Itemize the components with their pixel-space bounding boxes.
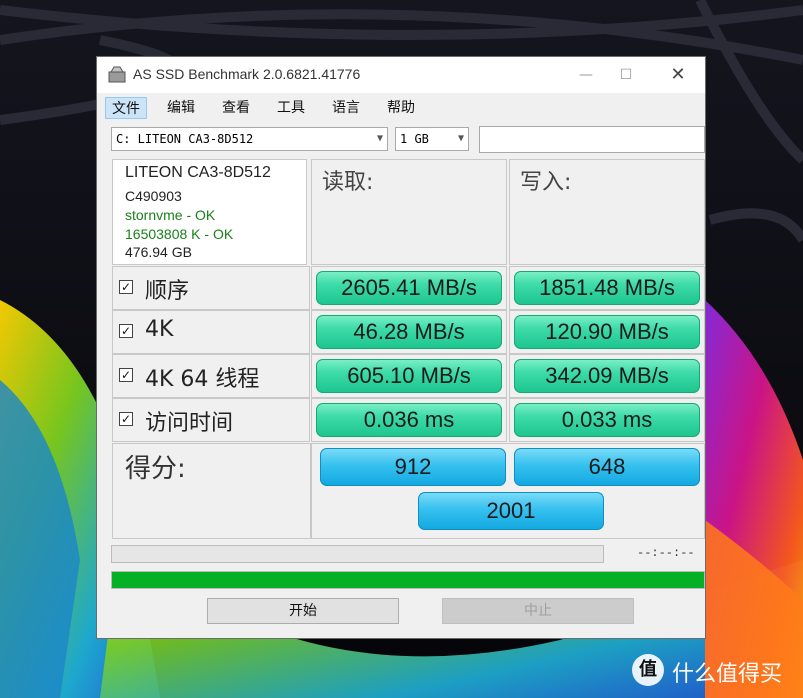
4k-read-cell: 46.28 MB/s bbox=[311, 310, 507, 354]
4k-write-cell: 120.90 MB/s bbox=[509, 310, 705, 354]
score-label-panel: 得分: bbox=[112, 443, 311, 539]
4k64-label: 4K 64 线程 bbox=[145, 367, 260, 392]
4k64-read-cell: 605.10 MB/s bbox=[311, 354, 507, 398]
4k-write-result: 120.90 MB/s bbox=[514, 315, 700, 349]
4k64-read-result: 605.10 MB/s bbox=[316, 359, 502, 393]
access-label: 访问时间 bbox=[145, 411, 234, 436]
total-progress-fill bbox=[112, 572, 704, 588]
row-4k64-label: ✓ 4K 64 线程 bbox=[112, 354, 310, 398]
access-read-result: 0.036 ms bbox=[316, 403, 502, 437]
seq-read-cell: 2605.41 MB/s bbox=[311, 266, 507, 310]
watermark-logo: 值 bbox=[632, 654, 664, 686]
blank-input-box[interactable] bbox=[479, 126, 705, 153]
alignment-status: 16503808 K - OK bbox=[125, 226, 234, 242]
row-4k-label: ✓ 4K bbox=[112, 310, 310, 354]
score-panel: 912 648 2001 bbox=[311, 443, 705, 539]
maximize-button[interactable]: ☐ bbox=[603, 57, 649, 93]
row-access-label: ✓ 访问时间 bbox=[112, 398, 310, 442]
menu-tools[interactable]: 工具 bbox=[271, 97, 311, 119]
read-column-header: 读取: bbox=[311, 159, 507, 265]
drive-capacity: 476.94 GB bbox=[125, 244, 192, 260]
access-write-result: 0.033 ms bbox=[514, 403, 700, 437]
seq-write-result: 1851.48 MB/s bbox=[514, 271, 700, 305]
score-read: 912 bbox=[320, 448, 506, 486]
4k64-write-cell: 342.09 MB/s bbox=[509, 354, 705, 398]
title-bar[interactable]: AS SSD Benchmark 2.0.6821.41776 — ☐ ✕ bbox=[97, 57, 705, 93]
menu-bar: 文件 编辑 查看 工具 语言 帮助 bbox=[103, 97, 705, 121]
write-column-header: 写入: bbox=[509, 159, 705, 265]
menu-help[interactable]: 帮助 bbox=[381, 97, 421, 119]
access-write-cell: 0.033 ms bbox=[509, 398, 705, 442]
drive-select[interactable]: C: LITEON CA3-8D512 ▼ bbox=[111, 127, 388, 151]
app-icon bbox=[108, 66, 126, 83]
4k64-write-result: 342.09 MB/s bbox=[514, 359, 700, 393]
chevron-down-icon: ▼ bbox=[376, 133, 383, 144]
score-label: 得分: bbox=[125, 454, 186, 484]
close-button[interactable]: ✕ bbox=[655, 57, 701, 93]
drive-model: LITEON CA3-8D512 bbox=[125, 164, 271, 181]
start-button[interactable]: 开始 bbox=[207, 598, 399, 624]
access-checkbox[interactable]: ✓ bbox=[119, 412, 133, 426]
4k-checkbox[interactable]: ✓ bbox=[119, 324, 133, 338]
elapsed-time: --:--:-- bbox=[637, 546, 695, 560]
seq-label: 顺序 bbox=[145, 279, 190, 304]
driver-status: stornvme - OK bbox=[125, 207, 216, 223]
menu-file[interactable]: 文件 bbox=[105, 97, 147, 119]
drive-select-value: C: LITEON CA3-8D512 bbox=[116, 132, 254, 146]
as-ssd-window: AS SSD Benchmark 2.0.6821.41776 — ☐ ✕ 文件… bbox=[96, 56, 706, 639]
drive-info-panel: LITEON CA3-8D512 C490903 stornvme - OK 1… bbox=[112, 159, 307, 265]
score-total: 2001 bbox=[418, 492, 604, 530]
read-title: 读取: bbox=[322, 170, 374, 195]
window-title: AS SSD Benchmark 2.0.6821.41776 bbox=[133, 66, 361, 82]
4k-label: 4K bbox=[145, 317, 174, 342]
row-seq-label: ✓ 顺序 bbox=[112, 266, 310, 310]
4k-read-result: 46.28 MB/s bbox=[316, 315, 502, 349]
seq-read-result: 2605.41 MB/s bbox=[316, 271, 502, 305]
stop-button[interactable]: 中止 bbox=[442, 598, 634, 624]
seq-checkbox[interactable]: ✓ bbox=[119, 280, 133, 294]
chevron-down-icon: ▼ bbox=[457, 133, 464, 144]
test-size-value: 1 GB bbox=[400, 132, 429, 146]
4k64-checkbox[interactable]: ✓ bbox=[119, 368, 133, 382]
task-progress-bar bbox=[111, 545, 604, 563]
access-read-cell: 0.036 ms bbox=[311, 398, 507, 442]
watermark-text: 什么值得买 bbox=[672, 662, 783, 687]
score-write: 648 bbox=[514, 448, 700, 486]
total-progress-bar bbox=[111, 571, 705, 589]
menu-edit[interactable]: 编辑 bbox=[161, 97, 201, 119]
test-size-select[interactable]: 1 GB ▼ bbox=[395, 127, 469, 151]
menu-language[interactable]: 语言 bbox=[326, 97, 366, 119]
menu-view[interactable]: 查看 bbox=[216, 97, 256, 119]
write-title: 写入: bbox=[520, 170, 572, 195]
seq-write-cell: 1851.48 MB/s bbox=[509, 266, 705, 310]
drive-firmware: C490903 bbox=[125, 188, 182, 204]
